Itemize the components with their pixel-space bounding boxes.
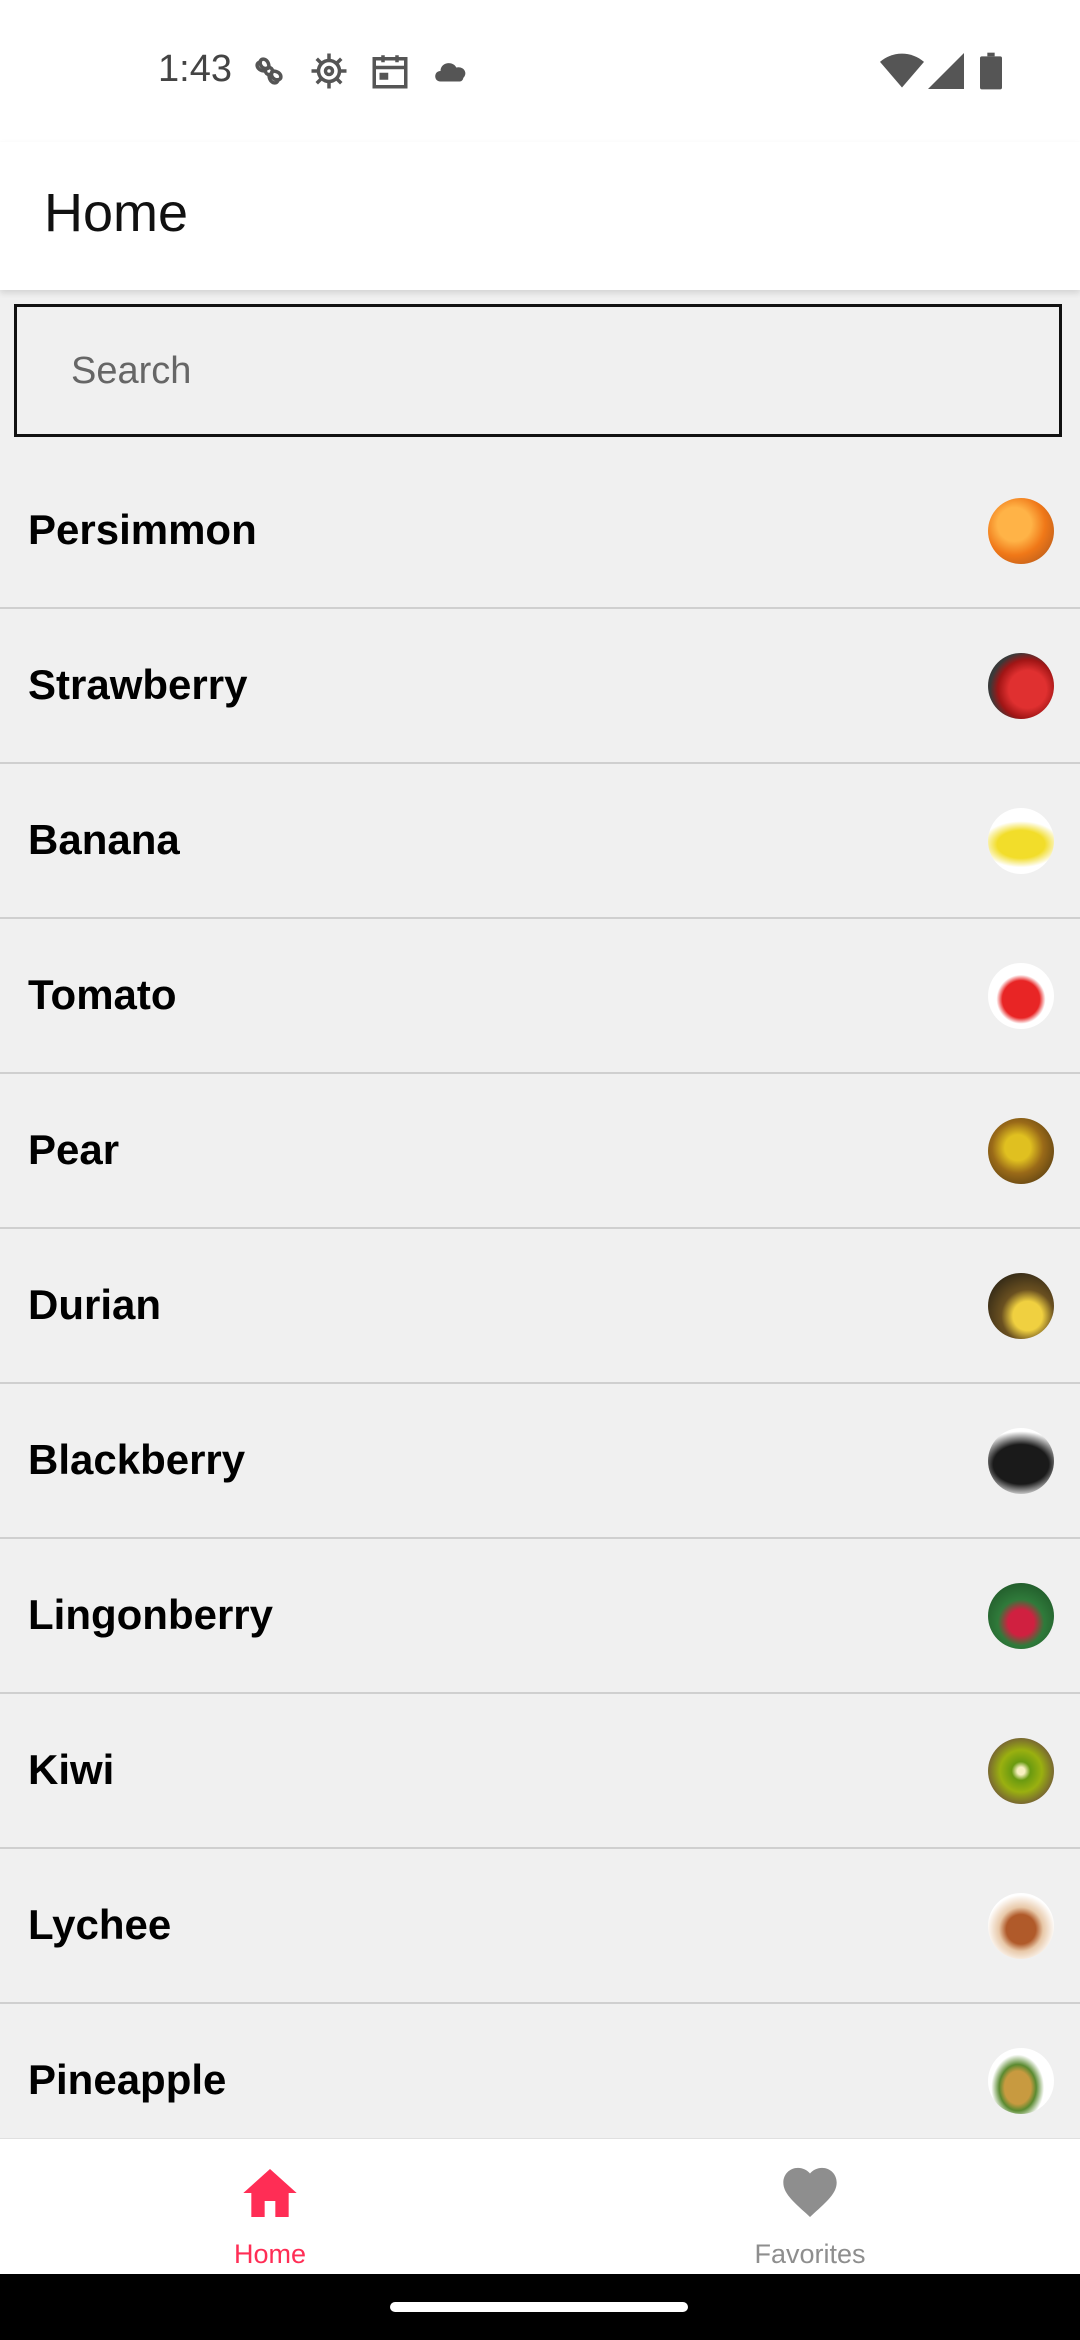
- kiwi-image: [988, 1738, 1054, 1804]
- blackberry-image: [988, 1428, 1054, 1494]
- lychee-image: [988, 1893, 1054, 1959]
- system-gesture-bar: [0, 2274, 1080, 2340]
- signal-icon: [928, 53, 964, 89]
- page-title: Home: [44, 183, 189, 243]
- bottom-navigation: Home Favorites: [0, 2138, 1080, 2275]
- list-item-strawberry[interactable]: Strawberry: [0, 609, 1080, 764]
- list-item-label: Lychee: [28, 1901, 172, 1948]
- list-item-label: Pear: [28, 1126, 120, 1173]
- status-time: 1:43: [158, 48, 232, 90]
- list-item-lingonberry[interactable]: Lingonberry: [0, 1539, 1080, 1694]
- tomato-image: [988, 963, 1054, 1029]
- list-item-persimmon[interactable]: Persimmon: [0, 454, 1080, 609]
- settings-gear-icon: [311, 53, 347, 89]
- cloud-icon: [435, 63, 466, 82]
- list-item-label: Banana: [28, 816, 180, 863]
- nav-favorites-label: Favorites: [754, 2239, 866, 2269]
- battery-icon: [980, 52, 1002, 90]
- fruit-list: Persimmon Strawberry Banana Tomato Pear …: [0, 454, 1080, 2138]
- wifi-icon: [880, 53, 924, 88]
- persimmon-image: [988, 498, 1054, 564]
- strawberry-image: [988, 653, 1054, 719]
- gesture-handle[interactable]: [390, 2302, 688, 2312]
- list-item-pear[interactable]: Pear: [0, 1074, 1080, 1229]
- home-icon: [243, 2169, 297, 2217]
- search-box[interactable]: [14, 304, 1062, 437]
- list-item-durian[interactable]: Durian: [0, 1229, 1080, 1384]
- search-input[interactable]: [69, 307, 1053, 436]
- list-item-label: Kiwi: [28, 1746, 115, 1793]
- list-item-label: Pineapple: [28, 2056, 227, 2103]
- list-item-label: Strawberry: [28, 661, 248, 708]
- nav-favorites[interactable]: Favorites: [540, 2139, 1080, 2275]
- pineapple-image: [988, 2048, 1054, 2114]
- fan-icon: [255, 57, 283, 85]
- list-item-tomato[interactable]: Tomato: [0, 919, 1080, 1074]
- list-item-lychee[interactable]: Lychee: [0, 1849, 1080, 2004]
- list-item-label: Durian: [28, 1281, 162, 1328]
- pear-image: [988, 1118, 1054, 1184]
- list-item-pineapple[interactable]: Pineapple: [0, 2004, 1080, 2138]
- list-item-kiwi[interactable]: Kiwi: [0, 1694, 1080, 1849]
- list-item-label: Blackberry: [28, 1436, 246, 1483]
- list-item-label: Lingonberry: [28, 1591, 274, 1638]
- banana-image: [988, 808, 1054, 874]
- list-item-blackberry[interactable]: Blackberry: [0, 1384, 1080, 1539]
- list-item-label: Persimmon: [28, 506, 257, 553]
- calendar-icon: [372, 55, 408, 89]
- nav-home[interactable]: Home: [0, 2139, 540, 2275]
- status-bar: 1:43: [0, 0, 1080, 142]
- lingonberry-image: [988, 1583, 1054, 1649]
- nav-home-label: Home: [233, 2239, 307, 2269]
- list-item-label: Tomato: [28, 971, 177, 1018]
- app-bar: Home: [0, 142, 1080, 290]
- durian-image: [988, 1273, 1054, 1339]
- heart-icon: [783, 2167, 837, 2217]
- list-item-banana[interactable]: Banana: [0, 764, 1080, 919]
